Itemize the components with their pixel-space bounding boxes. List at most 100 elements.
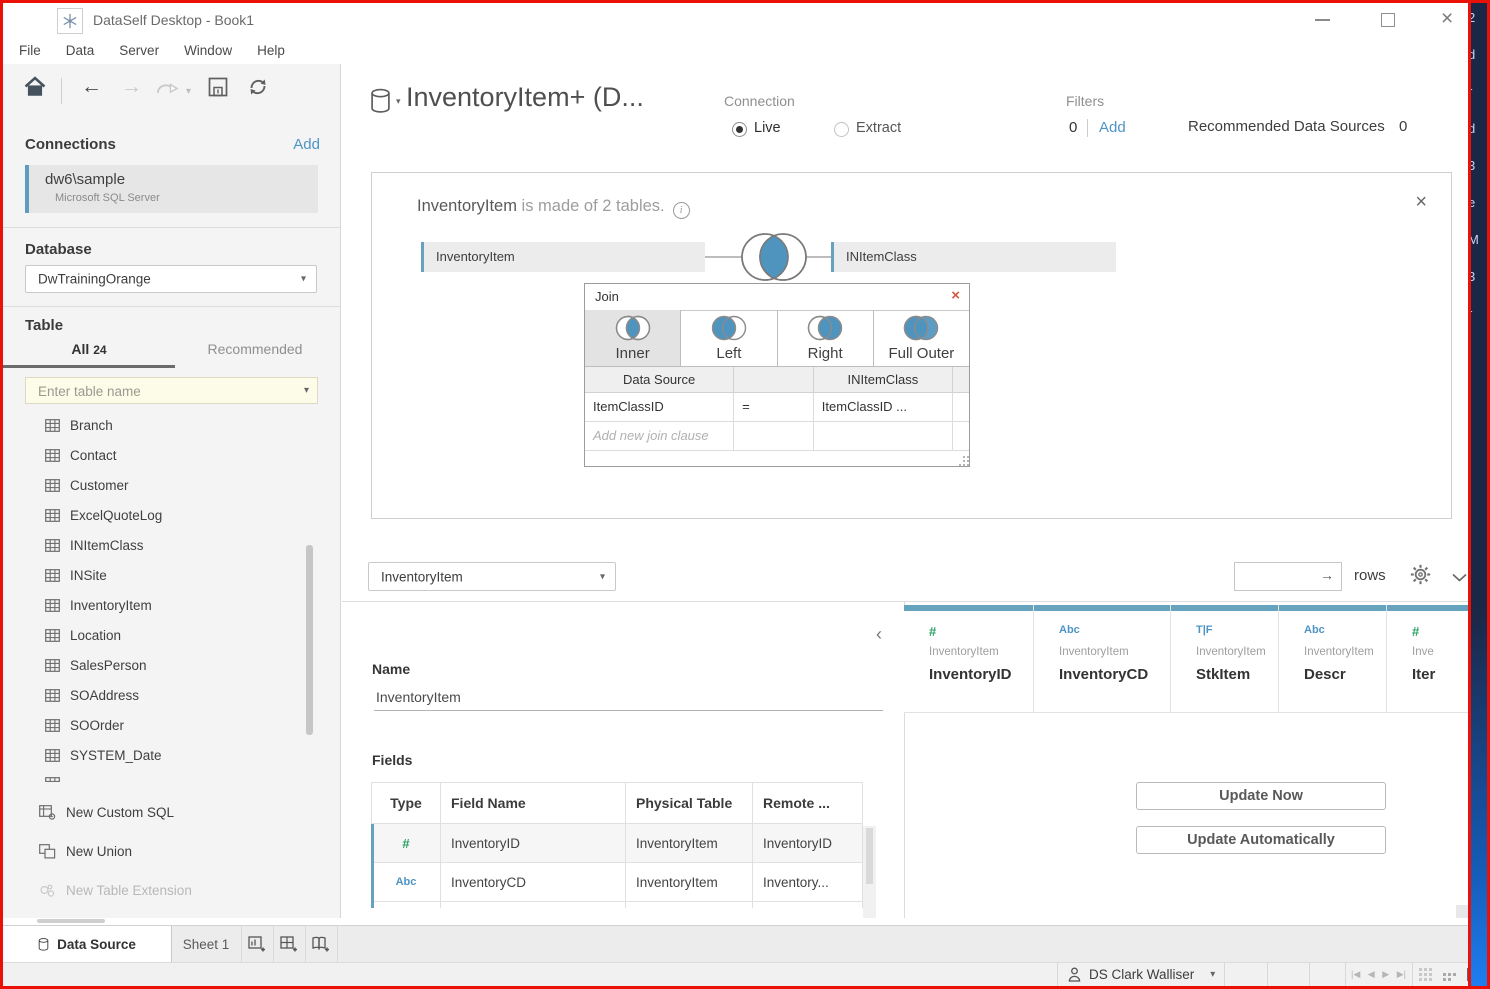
table-search-input[interactable] — [36, 380, 290, 403]
prev-page-icon[interactable]: ◀ — [1368, 969, 1375, 980]
menu-window[interactable]: Window — [184, 43, 232, 58]
table-list-item[interactable]: Location — [3, 620, 303, 650]
menu-data[interactable]: Data — [66, 43, 95, 58]
field-row[interactable]: # InventoryID InventoryItem InventoryID — [371, 824, 863, 863]
preview-table-selector[interactable]: InventoryItem ▾ — [368, 562, 616, 591]
menu-server[interactable]: Server — [119, 43, 159, 58]
clause-left-field[interactable]: ItemClassID — [585, 393, 734, 422]
grid-column-header[interactable]: T|F InventoryItem StkItem — [1171, 605, 1279, 713]
table-name: Location — [70, 628, 121, 643]
collapse-pane-icon[interactable]: ‹ — [876, 624, 882, 645]
sidebar-horizontal-scrollbar[interactable] — [3, 918, 341, 925]
table-list-item[interactable]: Contact — [3, 440, 303, 470]
name-field[interactable] — [374, 684, 883, 711]
close-button[interactable]: × — [1441, 6, 1453, 32]
table-pill-right[interactable]: INItemClass — [831, 242, 1116, 272]
redo-caret-icon[interactable]: ▾ — [186, 86, 191, 97]
table-list-item[interactable]: SalesPerson — [3, 650, 303, 680]
next-page-icon[interactable]: ▶ — [1382, 969, 1389, 980]
arrow-right-icon[interactable]: → — [1320, 567, 1334, 583]
partial-grid-view-icon[interactable] — [1443, 968, 1456, 981]
table-list-item[interactable]: INItemClass — [3, 530, 303, 560]
field-row-clipped[interactable] — [371, 902, 863, 908]
chevron-down-icon[interactable]: ▾ — [304, 385, 309, 396]
last-page-icon[interactable]: ▶| — [1397, 969, 1406, 980]
home-button[interactable] — [23, 76, 47, 100]
extract-label[interactable]: Extract — [856, 120, 901, 136]
menu-help[interactable]: Help — [257, 43, 285, 58]
sidebar-scrollbar[interactable] — [306, 545, 313, 735]
tab-sheet1[interactable]: Sheet 1 — [171, 926, 242, 962]
grid-column-header[interactable]: Abc InventoryItem Descr — [1279, 605, 1387, 713]
full-view-icon[interactable] — [1467, 968, 1471, 981]
fields-table-scrollbar[interactable] — [863, 826, 876, 918]
table-list-item[interactable]: Customer — [3, 470, 303, 500]
filters-add-link[interactable]: Add — [1099, 119, 1126, 136]
redo-icon[interactable] — [155, 81, 179, 100]
refresh-button[interactable] — [247, 76, 269, 101]
extract-radio[interactable] — [834, 122, 849, 137]
clause-right-field[interactable]: ItemClassID ... — [814, 393, 953, 422]
rows-count-input[interactable] — [1239, 565, 1319, 588]
user-menu[interactable]: DS Clark Walliser ▾ — [1057, 963, 1225, 986]
menu-file[interactable]: File — [19, 43, 41, 58]
new-story-button[interactable] — [305, 926, 338, 962]
grid-column-header[interactable]: # InventoryItem InventoryID — [904, 605, 1034, 713]
new-dashboard-button[interactable] — [273, 926, 306, 962]
table-list-item[interactable]: INSite — [3, 560, 303, 590]
rows-count-input-box[interactable]: → — [1234, 562, 1342, 591]
field-row[interactable]: Abc InventoryCD InventoryItem Inventory.… — [371, 863, 863, 902]
gear-icon[interactable] — [1410, 564, 1431, 588]
datasource-title[interactable]: InventoryItem+ (D... — [406, 82, 644, 113]
table-list-item[interactable]: SYSTEM_Date — [3, 740, 303, 770]
app-logo-icon — [57, 8, 83, 34]
table-list-item[interactable]: SOOrder — [3, 710, 303, 740]
table-list-item[interactable]: ExcelQuoteLog — [3, 500, 303, 530]
grid-column-header[interactable]: Abc InventoryItem InventoryCD — [1034, 605, 1171, 713]
clause-operator[interactable]: = — [734, 393, 814, 422]
update-now-button[interactable]: Update Now — [1136, 782, 1386, 810]
add-connection-link[interactable]: Add — [293, 136, 320, 153]
tab-data-source[interactable]: Data Source — [3, 926, 172, 962]
live-label[interactable]: Live — [754, 120, 781, 136]
chevron-down-icon[interactable] — [1452, 570, 1467, 585]
back-button[interactable]: ← — [81, 76, 102, 98]
update-automatically-button[interactable]: Update Automatically — [1136, 826, 1386, 854]
tab-recommended[interactable]: Recommended — [175, 341, 335, 357]
table-list-item[interactable]: InventoryItem — [3, 590, 303, 620]
clause-spacer — [953, 393, 969, 422]
table-list-item[interactable]: SOAddress — [3, 680, 303, 710]
join-venn-icon[interactable] — [738, 230, 810, 284]
resize-grip[interactable] — [963, 460, 965, 462]
info-icon[interactable]: i — [673, 202, 690, 219]
datasource-caret-icon[interactable]: ▾ — [396, 96, 401, 107]
minimize-button[interactable] — [1315, 19, 1330, 21]
canvas-close-icon[interactable]: × — [1415, 191, 1427, 214]
save-button[interactable] — [208, 77, 228, 100]
forward-button[interactable]: → — [121, 76, 142, 98]
table-pill-left[interactable]: InventoryItem — [421, 242, 705, 272]
table-list-item-clipped[interactable] — [3, 770, 303, 782]
table-list-item[interactable]: Branch — [3, 410, 303, 440]
join-type-right[interactable]: Right — [778, 310, 874, 367]
tab-all[interactable]: All 24 — [3, 341, 175, 357]
live-radio[interactable] — [732, 122, 747, 137]
add-join-clause[interactable]: Add new join clause — [585, 422, 734, 451]
database-dropdown[interactable]: DwTrainingOrange ▾ — [25, 265, 317, 293]
new-union[interactable]: New Union — [3, 832, 333, 871]
grid-view-icon[interactable] — [1419, 968, 1432, 981]
window-title: DataSelf Desktop - Book1 — [93, 12, 254, 28]
join-type-inner[interactable]: Inner — [585, 310, 681, 367]
grid-scroll-corner[interactable] — [1456, 905, 1468, 918]
datasource-db-icon[interactable] — [370, 88, 391, 117]
table-search[interactable]: ▾ — [25, 377, 318, 404]
join-close-icon[interactable]: × — [951, 287, 960, 304]
new-custom-sql[interactable]: New Custom SQL — [3, 793, 333, 832]
new-worksheet-button[interactable] — [241, 926, 274, 962]
grid-column-header[interactable]: # Inve Iter — [1387, 605, 1468, 713]
connection-item[interactable]: dw6\sample Microsoft SQL Server — [25, 165, 318, 213]
join-type-full-outer[interactable]: Full Outer — [874, 310, 969, 367]
maximize-button[interactable] — [1381, 13, 1395, 27]
first-page-icon[interactable]: |◀ — [1351, 969, 1360, 980]
join-type-left[interactable]: Left — [681, 310, 777, 367]
